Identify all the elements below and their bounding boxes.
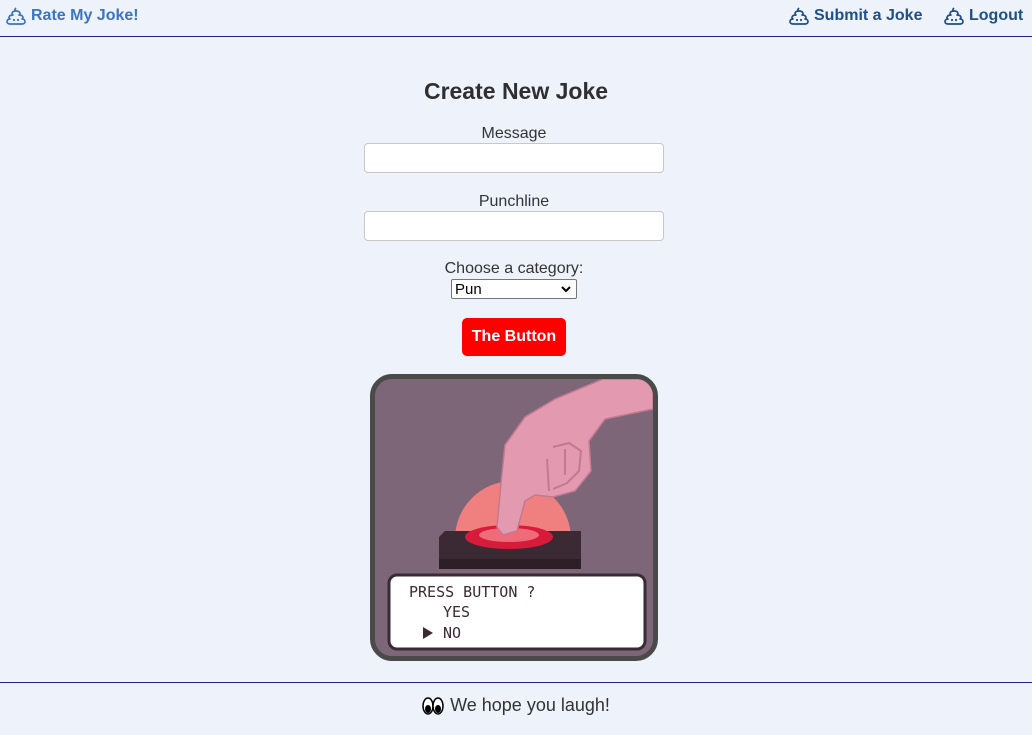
press-button-illustration: PRESS BUTTON ? YES NO <box>370 374 658 661</box>
submit-joke-link[interactable]: Submit a Joke <box>789 5 922 27</box>
logout-link[interactable]: Logout <box>944 5 1023 27</box>
poop-icon <box>6 7 26 25</box>
press-button-art: PRESS BUTTON ? YES NO <box>375 379 653 656</box>
dialog-question: PRESS BUTTON ? <box>409 583 535 601</box>
message-input[interactable] <box>364 143 664 173</box>
category-label: Choose a category: <box>444 260 584 277</box>
brand-link[interactable]: Rate My Joke! <box>6 5 139 27</box>
category-select[interactable]: Pun <box>451 279 577 299</box>
the-button[interactable]: The Button <box>462 318 566 356</box>
punchline-label: Punchline <box>478 193 550 210</box>
chevron-down-icon <box>561 286 571 293</box>
logout-label: Logout <box>969 7 1024 24</box>
poop-icon <box>789 7 809 25</box>
brand-label: Rate My Joke! <box>31 7 139 24</box>
dialog-option-yes: YES <box>443 603 470 621</box>
top-navbar: Rate My Joke! Submit a Joke Logout <box>0 0 1032 37</box>
eyes-icon <box>422 696 444 715</box>
category-selected-value: Pun <box>455 280 482 298</box>
poop-icon <box>944 7 964 25</box>
footer-message: We hope you laugh! <box>0 695 1032 716</box>
footer: We hope you laugh! <box>0 682 1032 735</box>
dialog-option-no: NO <box>443 624 461 642</box>
page-title: Create New Joke <box>423 78 609 104</box>
footer-text: We hope you laugh! <box>450 695 610 715</box>
message-label: Message <box>481 125 547 142</box>
submit-joke-label: Submit a Joke <box>814 7 923 24</box>
punchline-input[interactable] <box>364 211 664 241</box>
